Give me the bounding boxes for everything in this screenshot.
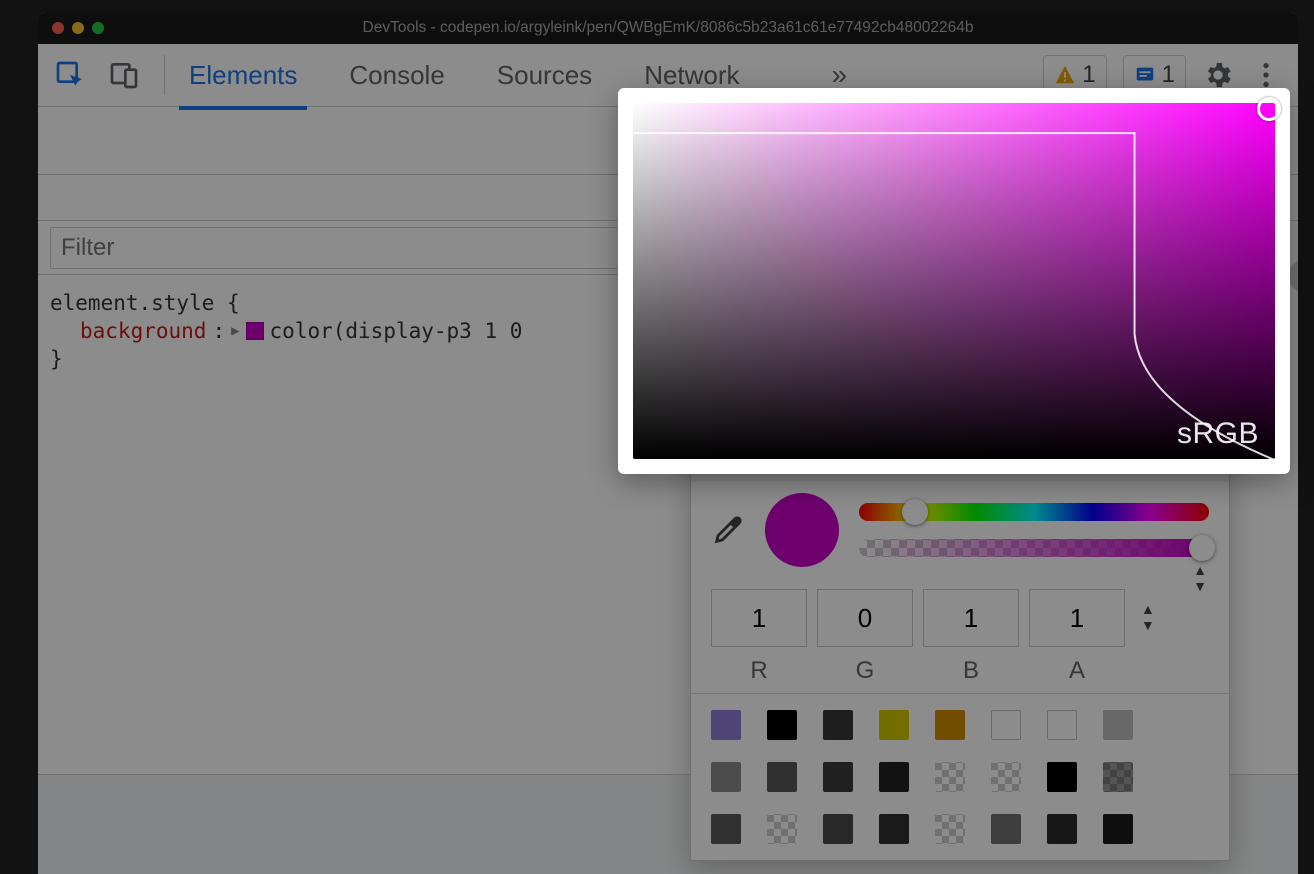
spectrum-popover: sRGB <box>618 88 1290 474</box>
r-input[interactable] <box>711 589 807 647</box>
palette-swatch[interactable] <box>1047 762 1077 792</box>
palette-swatch[interactable] <box>935 762 965 792</box>
palette-swatch[interactable] <box>1047 710 1077 740</box>
palette-swatch[interactable] <box>879 814 909 844</box>
gamut-boundary-line <box>633 103 1275 460</box>
minimize-window-button[interactable] <box>72 22 84 34</box>
titlebar: DevTools - codepen.io/argyleink/pen/QWBg… <box>38 12 1298 44</box>
warning-icon <box>1054 64 1076 86</box>
a-label: A <box>1069 657 1085 685</box>
color-inputs: R G B A ▲▼ <box>691 575 1229 693</box>
g-label: G <box>856 657 875 685</box>
palette-switcher[interactable]: ▲▼ <box>1193 550 1207 594</box>
issues-count: 1 <box>1162 61 1175 89</box>
current-color-swatch[interactable] <box>765 493 839 567</box>
close-window-button[interactable] <box>52 22 64 34</box>
palette-swatch[interactable] <box>1103 814 1133 844</box>
palette-swatch[interactable] <box>767 814 797 844</box>
gamut-label: sRGB <box>1177 417 1259 451</box>
warnings-count: 1 <box>1082 61 1095 89</box>
r-label: R <box>750 657 767 685</box>
more-tabs-icon[interactable]: » <box>832 59 848 91</box>
settings-icon[interactable] <box>1202 59 1234 91</box>
palette-swatch[interactable] <box>711 710 741 740</box>
eyedropper-icon[interactable] <box>711 513 745 547</box>
color-swatch[interactable] <box>246 322 264 340</box>
info-icon <box>1134 64 1156 86</box>
toolbar-separator <box>164 55 165 95</box>
css-property: background <box>80 319 206 343</box>
g-input[interactable] <box>817 589 913 647</box>
palette-swatch[interactable] <box>711 762 741 792</box>
alpha-slider[interactable] <box>859 539 1209 557</box>
palette-swatch[interactable] <box>879 710 909 740</box>
css-value: color(display-p3 1 0 <box>270 319 523 343</box>
spectrum-cursor[interactable] <box>1257 97 1281 121</box>
palette-swatch[interactable] <box>991 814 1021 844</box>
palette-swatch[interactable] <box>935 710 965 740</box>
palette-swatch[interactable] <box>991 762 1021 792</box>
hue-slider-handle[interactable] <box>902 499 928 525</box>
tab-console[interactable]: Console <box>349 46 444 105</box>
device-toolbar-icon[interactable] <box>108 59 140 91</box>
hue-slider[interactable] <box>859 503 1209 521</box>
color-format-switcher[interactable]: ▲▼ <box>1141 589 1155 633</box>
css-selector: element.style <box>50 291 214 315</box>
palette-swatch[interactable] <box>767 762 797 792</box>
palette-swatch[interactable] <box>1103 710 1133 740</box>
tab-sources[interactable]: Sources <box>497 46 592 105</box>
palette-swatch[interactable] <box>1103 762 1133 792</box>
expand-shorthand-icon[interactable]: ▶ <box>231 323 239 339</box>
palette-swatch[interactable] <box>991 710 1021 740</box>
css-open-brace: { <box>227 291 240 315</box>
palette-swatch[interactable] <box>823 710 853 740</box>
palette-swatch[interactable] <box>935 814 965 844</box>
b-label: B <box>963 657 979 685</box>
palette-swatch[interactable] <box>1047 814 1077 844</box>
traffic-lights <box>52 22 104 34</box>
palette-swatch[interactable] <box>879 762 909 792</box>
inspect-element-icon[interactable] <box>54 59 86 91</box>
color-palettes: ▲▼ <box>691 693 1229 860</box>
palette-swatch[interactable] <box>823 762 853 792</box>
tab-elements[interactable]: Elements <box>189 46 297 105</box>
palette-row <box>711 762 1209 792</box>
palette-swatch[interactable] <box>767 710 797 740</box>
palette-row <box>711 710 1209 740</box>
a-input[interactable] <box>1029 589 1125 647</box>
palette-row <box>711 814 1209 844</box>
window-title: DevTools - codepen.io/argyleink/pen/QWBg… <box>363 19 974 37</box>
spectrum-area[interactable]: sRGB <box>633 103 1275 459</box>
palette-swatch[interactable] <box>823 814 853 844</box>
maximize-window-button[interactable] <box>92 22 104 34</box>
b-input[interactable] <box>923 589 1019 647</box>
more-options-icon[interactable] <box>1250 59 1282 91</box>
palette-swatch[interactable] <box>711 814 741 844</box>
